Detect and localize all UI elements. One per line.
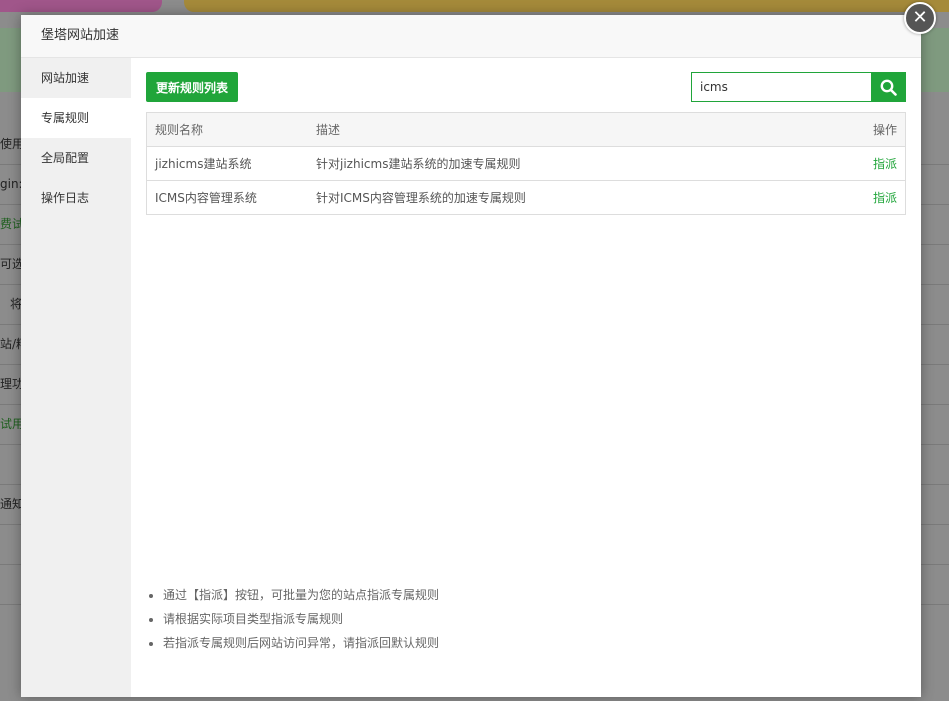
tips-list: 通过【指派】按钮，可批量为您的站点指派专属规则 请根据实际项目类型指派专属规则 … xyxy=(146,583,439,655)
column-header-op: 操作 xyxy=(829,112,906,147)
sidebar: 网站加速 专属规则 全局配置 操作日志 xyxy=(21,58,131,697)
background-row-right xyxy=(921,524,949,565)
modal-header: 堡塔网站加速 xyxy=(21,15,921,58)
rule-name: jizhicms建站系统 xyxy=(146,146,308,181)
search-input[interactable] xyxy=(691,72,888,102)
sidebar-item-label: 网站加速 xyxy=(41,71,90,85)
background-row-right xyxy=(921,324,949,365)
tip-item: 通过【指派】按钮，可批量为您的站点指派专属规则 xyxy=(163,583,439,607)
column-header-name: 规则名称 xyxy=(146,112,308,147)
background-row: gin: xyxy=(0,164,22,205)
background-row: 站/精 xyxy=(0,324,22,365)
update-rules-button[interactable]: 更新规则列表 xyxy=(146,72,239,102)
close-icon: ✕ xyxy=(912,7,928,28)
rule-desc: 针对ICMS内容管理系统的加速专属规则 xyxy=(308,180,829,215)
sidebar-item-label: 专属规则 xyxy=(41,111,90,125)
tip-item: 若指派专属规则后网站访问异常，请指派回默认规则 xyxy=(163,631,439,655)
background-row-right xyxy=(921,444,949,485)
background-row-right xyxy=(921,364,949,405)
background-row-right xyxy=(921,164,949,205)
background-row-right xyxy=(921,564,949,605)
background-row-right xyxy=(921,284,949,325)
background-row: 通知 xyxy=(0,484,22,525)
background-banner-left xyxy=(0,0,162,12)
background-row: 试用 xyxy=(0,404,22,445)
assign-link[interactable]: 指派 xyxy=(873,191,897,205)
sidebar-item-label: 全局配置 xyxy=(41,151,90,165)
sidebar-item-site-acceleration[interactable]: 网站加速 xyxy=(21,58,131,98)
background-row-right xyxy=(921,204,949,245)
background-row-right xyxy=(921,404,949,445)
sidebar-item-exclusive-rules[interactable]: 专属规则 xyxy=(21,98,131,138)
tip-item: 请根据实际项目类型指派专属规则 xyxy=(163,607,439,631)
modal-title: 堡塔网站加速 xyxy=(41,28,120,43)
background-row-right xyxy=(921,244,949,285)
toolbar: 更新规则列表 xyxy=(146,58,906,102)
table-header-row: 规则名称 描述 操作 xyxy=(146,112,906,147)
rule-op-cell: 指派 xyxy=(829,146,906,181)
rule-desc: 针对jizhicms建站系统的加速专属规则 xyxy=(308,146,829,181)
background-row: 将 xyxy=(0,284,22,325)
main-content: 更新规则列表 规则名称 描述 操作 jizhicms建站系统 xyxy=(146,58,906,697)
rule-name: ICMS内容管理系统 xyxy=(146,180,308,215)
background-row: 费试 xyxy=(0,204,22,245)
search-button[interactable] xyxy=(871,72,906,102)
sidebar-item-label: 操作日志 xyxy=(41,191,90,205)
table-row: jizhicms建站系统 针对jizhicms建站系统的加速专属规则 指派 xyxy=(146,146,906,181)
modal-dialog: 堡塔网站加速 网站加速 专属规则 全局配置 操作日志 更新规则列表 icms 规… xyxy=(21,15,921,697)
background-row-right xyxy=(921,484,949,525)
background-row xyxy=(0,564,22,605)
column-header-desc: 描述 xyxy=(308,112,829,147)
sidebar-item-global-config[interactable]: 全局配置 xyxy=(21,138,131,178)
background-row xyxy=(0,524,22,565)
background-row: 理功 xyxy=(0,364,22,405)
rule-op-cell: 指派 xyxy=(829,180,906,215)
assign-link[interactable]: 指派 xyxy=(873,157,897,171)
search-icon xyxy=(880,79,897,96)
background-row-right xyxy=(921,124,949,165)
rules-table: 规则名称 描述 操作 jizhicms建站系统 针对jizhicms建站系统的加… xyxy=(146,112,906,215)
table-row: ICMS内容管理系统 针对ICMS内容管理系统的加速专属规则 指派 xyxy=(146,180,906,215)
sidebar-item-operation-log[interactable]: 操作日志 xyxy=(21,178,131,218)
close-button[interactable]: ✕ xyxy=(904,2,936,34)
background-row xyxy=(0,444,22,485)
background-row: 可选 xyxy=(0,244,22,285)
background-row: 使用 xyxy=(0,124,22,165)
background-banner-right xyxy=(184,0,949,12)
